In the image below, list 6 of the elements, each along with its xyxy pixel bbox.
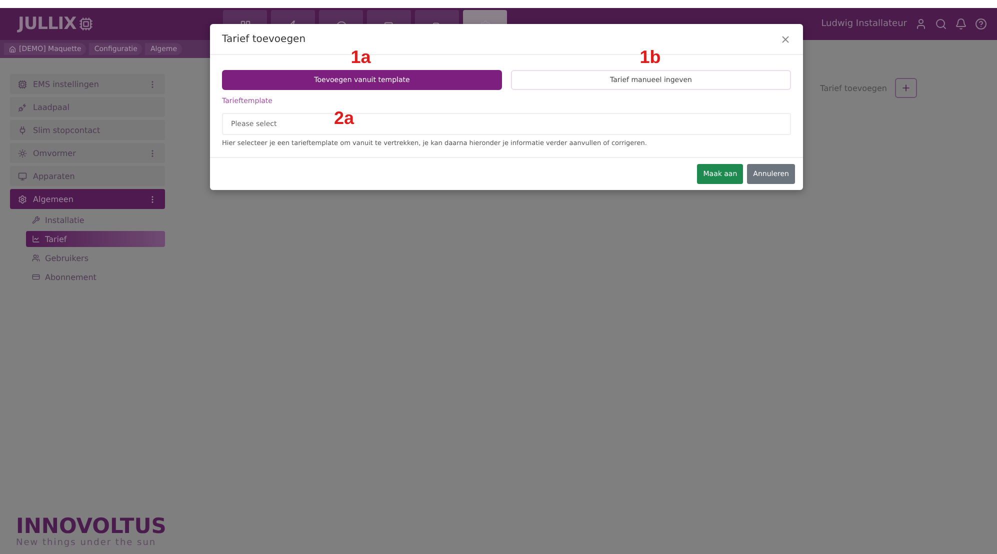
logo-text: JULLIX [18,14,76,34]
annotation-label: 1b [640,48,661,66]
annotation-label: 1a [350,48,371,66]
brand-logo: INNOVOLTUS [16,514,168,538]
dialog-title: Tarief toevoegen [222,34,306,44]
user-name: Ludwig Installateur [821,19,907,29]
